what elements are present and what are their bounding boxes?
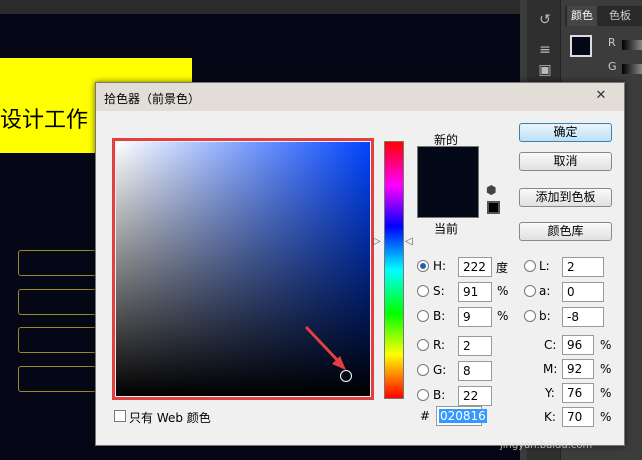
r-input[interactable]: 2: [458, 336, 492, 356]
radio-h[interactable]: [417, 260, 429, 272]
l-input[interactable]: 2: [562, 257, 604, 277]
l-label: L:: [539, 259, 550, 273]
color-picker-cursor[interactable]: [340, 370, 352, 382]
dialog-titlebar[interactable]: 拾色器（前景色） ✕: [96, 83, 624, 111]
y-unit: %: [600, 386, 612, 400]
watermark: jingyan.baidu.com: [500, 440, 593, 451]
m-input[interactable]: 92: [562, 359, 594, 379]
panel-r-label: R: [608, 36, 616, 49]
c-label: C:: [544, 338, 557, 352]
tab-color[interactable]: 颜色: [567, 6, 597, 26]
color-libraries-button[interactable]: 颜色库: [519, 222, 612, 241]
s-input[interactable]: 91: [458, 282, 492, 302]
radio-g[interactable]: [417, 364, 429, 376]
c-input[interactable]: 96: [562, 335, 594, 355]
b-input[interactable]: 9: [458, 307, 492, 327]
g-input[interactable]: 8: [458, 361, 492, 381]
k-label: K:: [544, 410, 556, 424]
h-label: H:: [433, 259, 447, 273]
radio-b[interactable]: [417, 310, 429, 322]
y-label: Y:: [545, 386, 555, 400]
history-icon[interactable]: ↺: [535, 10, 555, 30]
radio-s[interactable]: [417, 285, 429, 297]
new-current-swatch: [417, 146, 479, 218]
banner-text: 设计工作: [0, 108, 89, 133]
h-input[interactable]: 222: [458, 257, 492, 277]
k-unit: %: [600, 410, 612, 424]
k-input[interactable]: 70: [562, 407, 594, 427]
hex-value: 020816: [439, 409, 487, 423]
add-to-swatches-button[interactable]: 添加到色板: [519, 188, 612, 207]
m-unit: %: [600, 362, 612, 376]
blue-input[interactable]: 22: [458, 386, 492, 406]
lab-b-input[interactable]: -8: [562, 307, 604, 327]
color-field-highlight: [112, 138, 374, 400]
s-unit: %: [497, 284, 509, 298]
out-of-gamut-cube-icon[interactable]: ⬢: [486, 183, 496, 197]
brush-preset-icon[interactable]: ≡: [535, 40, 555, 60]
tab-swatches[interactable]: 色板: [605, 6, 635, 26]
ok-button[interactable]: 确定: [519, 123, 612, 142]
radio-blue[interactable]: [417, 389, 429, 401]
lab-b-label: b:: [539, 309, 551, 323]
saturation-brightness-field[interactable]: [116, 142, 370, 396]
web-only-checkbox[interactable]: [114, 410, 126, 422]
web-only-label: 只有 Web 颜色: [129, 411, 211, 425]
b-unit: %: [497, 309, 509, 323]
b-label: B:: [433, 309, 446, 323]
g-label: G:: [433, 363, 447, 377]
h-unit: 度: [496, 261, 509, 275]
web-safe-swatch-icon[interactable]: [487, 201, 500, 214]
radio-lab-b[interactable]: [524, 310, 536, 322]
hue-slider[interactable]: [384, 141, 404, 399]
hue-pointer-right-icon[interactable]: ◁: [405, 237, 413, 247]
dialog-title: 拾色器（前景色）: [104, 92, 201, 106]
color-picker-dialog: 拾色器（前景色） ✕ ▷ ◁ 新的 ⬢ 当前 确定 取消 添加到色板 颜色库 H…: [95, 82, 625, 446]
color-panel-tabs: 颜色 色板: [565, 6, 642, 26]
cancel-button[interactable]: 取消: [519, 152, 612, 171]
canvas-top-bar: [0, 0, 520, 14]
a-label: a:: [539, 284, 551, 298]
m-label: M:: [543, 362, 558, 376]
radio-l[interactable]: [524, 260, 536, 272]
current-color-label: 当前: [434, 222, 459, 236]
blue-label: B:: [433, 388, 446, 402]
cube-3d-icon[interactable]: ▣: [535, 60, 555, 80]
hex-hash-label: #: [420, 409, 431, 423]
panel-g-label: G: [608, 60, 617, 73]
radio-r[interactable]: [417, 339, 429, 351]
r-label: R:: [433, 338, 446, 352]
s-label: S:: [433, 284, 445, 298]
close-icon[interactable]: ✕: [592, 87, 610, 105]
panel-g-slider[interactable]: [622, 64, 642, 74]
panel-r-slider[interactable]: [622, 40, 642, 50]
hex-input[interactable]: 020816: [436, 406, 487, 426]
foreground-color-swatch[interactable]: [570, 35, 592, 57]
radio-a[interactable]: [524, 285, 536, 297]
hue-pointer-left-icon[interactable]: ▷: [373, 237, 381, 247]
y-input[interactable]: 76: [562, 383, 594, 403]
a-input[interactable]: 0: [562, 282, 604, 302]
c-unit: %: [600, 338, 612, 352]
